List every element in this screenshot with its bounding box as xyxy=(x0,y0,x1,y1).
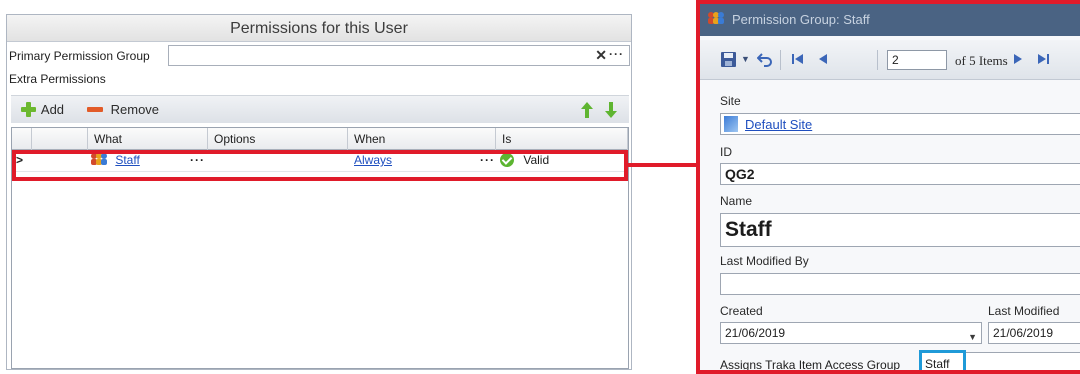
group-icon xyxy=(708,12,724,24)
assigns-access-group-field-ext xyxy=(966,352,1080,370)
name-field[interactable]: Staff xyxy=(720,213,1080,247)
previous-record-icon[interactable] xyxy=(818,51,828,67)
grid-header: What Options When Is xyxy=(12,128,628,150)
column-header-options[interactable]: Options xyxy=(208,128,348,150)
add-button[interactable]: Add xyxy=(21,102,64,117)
primary-permission-group-row: Primary Permission Group ✕ ··· xyxy=(7,45,631,67)
minus-icon xyxy=(87,107,103,112)
site-label: Site xyxy=(720,94,741,108)
created-date-field[interactable]: 21/06/2019 ▼ xyxy=(720,322,982,344)
last-record-icon[interactable] xyxy=(1036,51,1050,67)
permission-group-window: Permission Group: Staff ▼ 2 of 5 Items S… xyxy=(696,0,1080,374)
highlight-connector xyxy=(628,163,696,167)
last-modified-label: Last Modified xyxy=(988,304,1060,318)
column-header-when[interactable]: When xyxy=(348,128,496,150)
last-modified-by-field[interactable] xyxy=(720,273,1080,295)
permissions-panel: Permissions for this User Primary Permis… xyxy=(6,14,632,370)
id-field[interactable]: QG2 xyxy=(720,163,1080,185)
last-modified-date-field[interactable]: 21/06/2019 xyxy=(988,322,1080,344)
plus-icon xyxy=(21,102,36,117)
id-label: ID xyxy=(720,145,732,159)
extra-permissions-label: Extra Permissions xyxy=(9,72,106,86)
grid-header-spacer xyxy=(32,128,88,150)
chevron-down-icon[interactable]: ▼ xyxy=(968,327,977,347)
remove-button-label: Remove xyxy=(110,102,160,117)
save-dropdown-icon[interactable]: ▼ xyxy=(741,54,750,64)
window-titlebar: Permission Group: Staff xyxy=(700,4,1080,36)
grid-header-indicator xyxy=(12,128,32,150)
assigns-access-group-label: Assigns Traka Item Access Group xyxy=(720,358,901,372)
primary-permission-group-label: Primary Permission Group xyxy=(9,49,150,63)
toolbar-separator xyxy=(877,50,878,70)
browse-button[interactable]: ··· xyxy=(609,47,624,61)
save-icon[interactable] xyxy=(721,52,736,67)
remove-button[interactable]: Remove xyxy=(87,102,159,117)
name-label: Name xyxy=(720,194,753,208)
arrow-down-icon[interactable] xyxy=(605,102,617,118)
created-date-value: 21/06/2019 xyxy=(725,326,786,340)
record-count-label: of 5 Items xyxy=(955,53,1008,68)
primary-permission-group-field[interactable]: ✕ ··· xyxy=(168,45,630,66)
window-title: Permission Group: Staff xyxy=(732,12,870,27)
first-record-icon[interactable] xyxy=(791,51,805,67)
assigns-access-group-field[interactable]: Staff xyxy=(919,350,966,370)
toolbar-separator xyxy=(780,50,781,70)
permissions-toolbar: Add Remove xyxy=(11,95,629,123)
site-field: Default Site xyxy=(720,113,1080,135)
record-toolbar: ▼ 2 of 5 Items xyxy=(700,40,1080,80)
clear-icon[interactable]: ✕ xyxy=(595,47,607,64)
undo-icon[interactable] xyxy=(757,51,773,67)
column-header-what[interactable]: What xyxy=(88,128,208,150)
page-number-input[interactable]: 2 xyxy=(887,50,947,70)
highlight-box-row xyxy=(12,150,628,181)
site-link[interactable]: Default Site xyxy=(745,117,812,132)
panel-title: Permissions for this User xyxy=(7,15,631,42)
site-icon xyxy=(724,116,738,132)
created-label: Created xyxy=(720,304,763,318)
last-modified-by-label: Last Modified By xyxy=(720,254,809,268)
add-button-label: Add xyxy=(40,102,65,117)
arrow-up-icon[interactable] xyxy=(581,102,593,118)
next-record-icon[interactable] xyxy=(1013,51,1023,67)
column-header-is[interactable]: Is xyxy=(496,128,628,150)
